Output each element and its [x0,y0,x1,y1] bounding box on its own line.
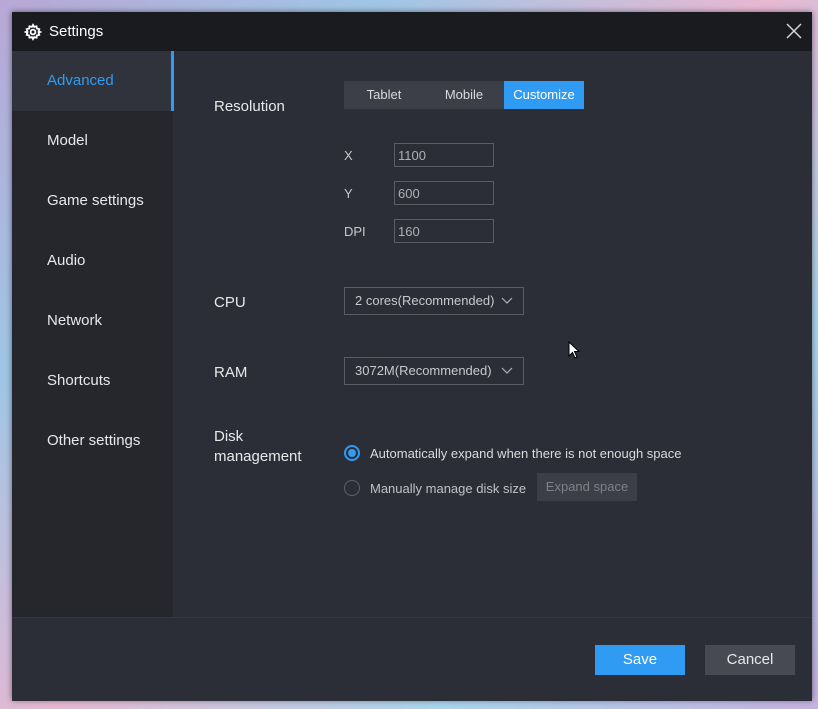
ram-label: RAM [214,364,248,381]
title-bar: Settings [12,12,812,51]
resolution-label: Resolution [214,98,285,115]
gear-icon [24,23,42,41]
resolution-customize-button[interactable]: Customize [504,81,584,109]
manual-disk-label[interactable]: Manually manage disk size [370,481,526,496]
resolution-mobile-button[interactable]: Mobile [424,81,504,109]
cpu-select-value: 2 cores(Recommended) [355,293,495,308]
disk-management-label-line2: management [214,448,302,465]
sidebar-item-shortcuts[interactable]: Shortcuts [12,351,173,411]
sidebar-item-model[interactable]: Model [12,111,173,171]
cpu-label: CPU [214,294,246,311]
chevron-down-icon [501,367,513,374]
sidebar-item-network[interactable]: Network [12,291,173,351]
dpi-label: DPI [344,224,366,239]
auto-expand-label[interactable]: Automatically expand when there is not e… [370,446,681,461]
window-title: Settings [49,23,104,40]
dialog-footer: Save Cancel [12,617,812,701]
sidebar-item-other-settings[interactable]: Other settings [12,411,173,471]
ram-select-value: 3072M(Recommended) [355,363,492,378]
chevron-down-icon [501,297,513,304]
settings-sidebar: Advanced Model Game settings Audio Netwo… [12,51,174,617]
resolution-selector: Tablet Mobile Customize [344,81,584,109]
x-input[interactable] [394,143,494,167]
settings-window: Settings Advanced Model Game settings Au… [12,12,812,701]
manual-disk-radio[interactable] [344,480,360,496]
expand-space-button: Expand space [537,473,637,501]
resolution-tablet-button[interactable]: Tablet [344,81,424,109]
sidebar-item-audio[interactable]: Audio [12,231,173,291]
save-button[interactable]: Save [595,645,685,675]
close-icon[interactable] [786,23,802,39]
cpu-select[interactable]: 2 cores(Recommended) [344,287,524,315]
dpi-input[interactable] [394,219,494,243]
y-label: Y [344,186,353,201]
auto-expand-radio[interactable] [344,445,360,461]
mouse-cursor-icon [568,341,580,359]
settings-content: Resolution Tablet Mobile Customize X Y D… [174,51,812,617]
ram-select[interactable]: 3072M(Recommended) [344,357,524,385]
sidebar-item-advanced[interactable]: Advanced [12,51,174,111]
y-input[interactable] [394,181,494,205]
cancel-button[interactable]: Cancel [705,645,795,675]
x-label: X [344,148,353,163]
sidebar-item-game-settings[interactable]: Game settings [12,171,173,231]
disk-management-label-line1: Disk [214,428,244,445]
